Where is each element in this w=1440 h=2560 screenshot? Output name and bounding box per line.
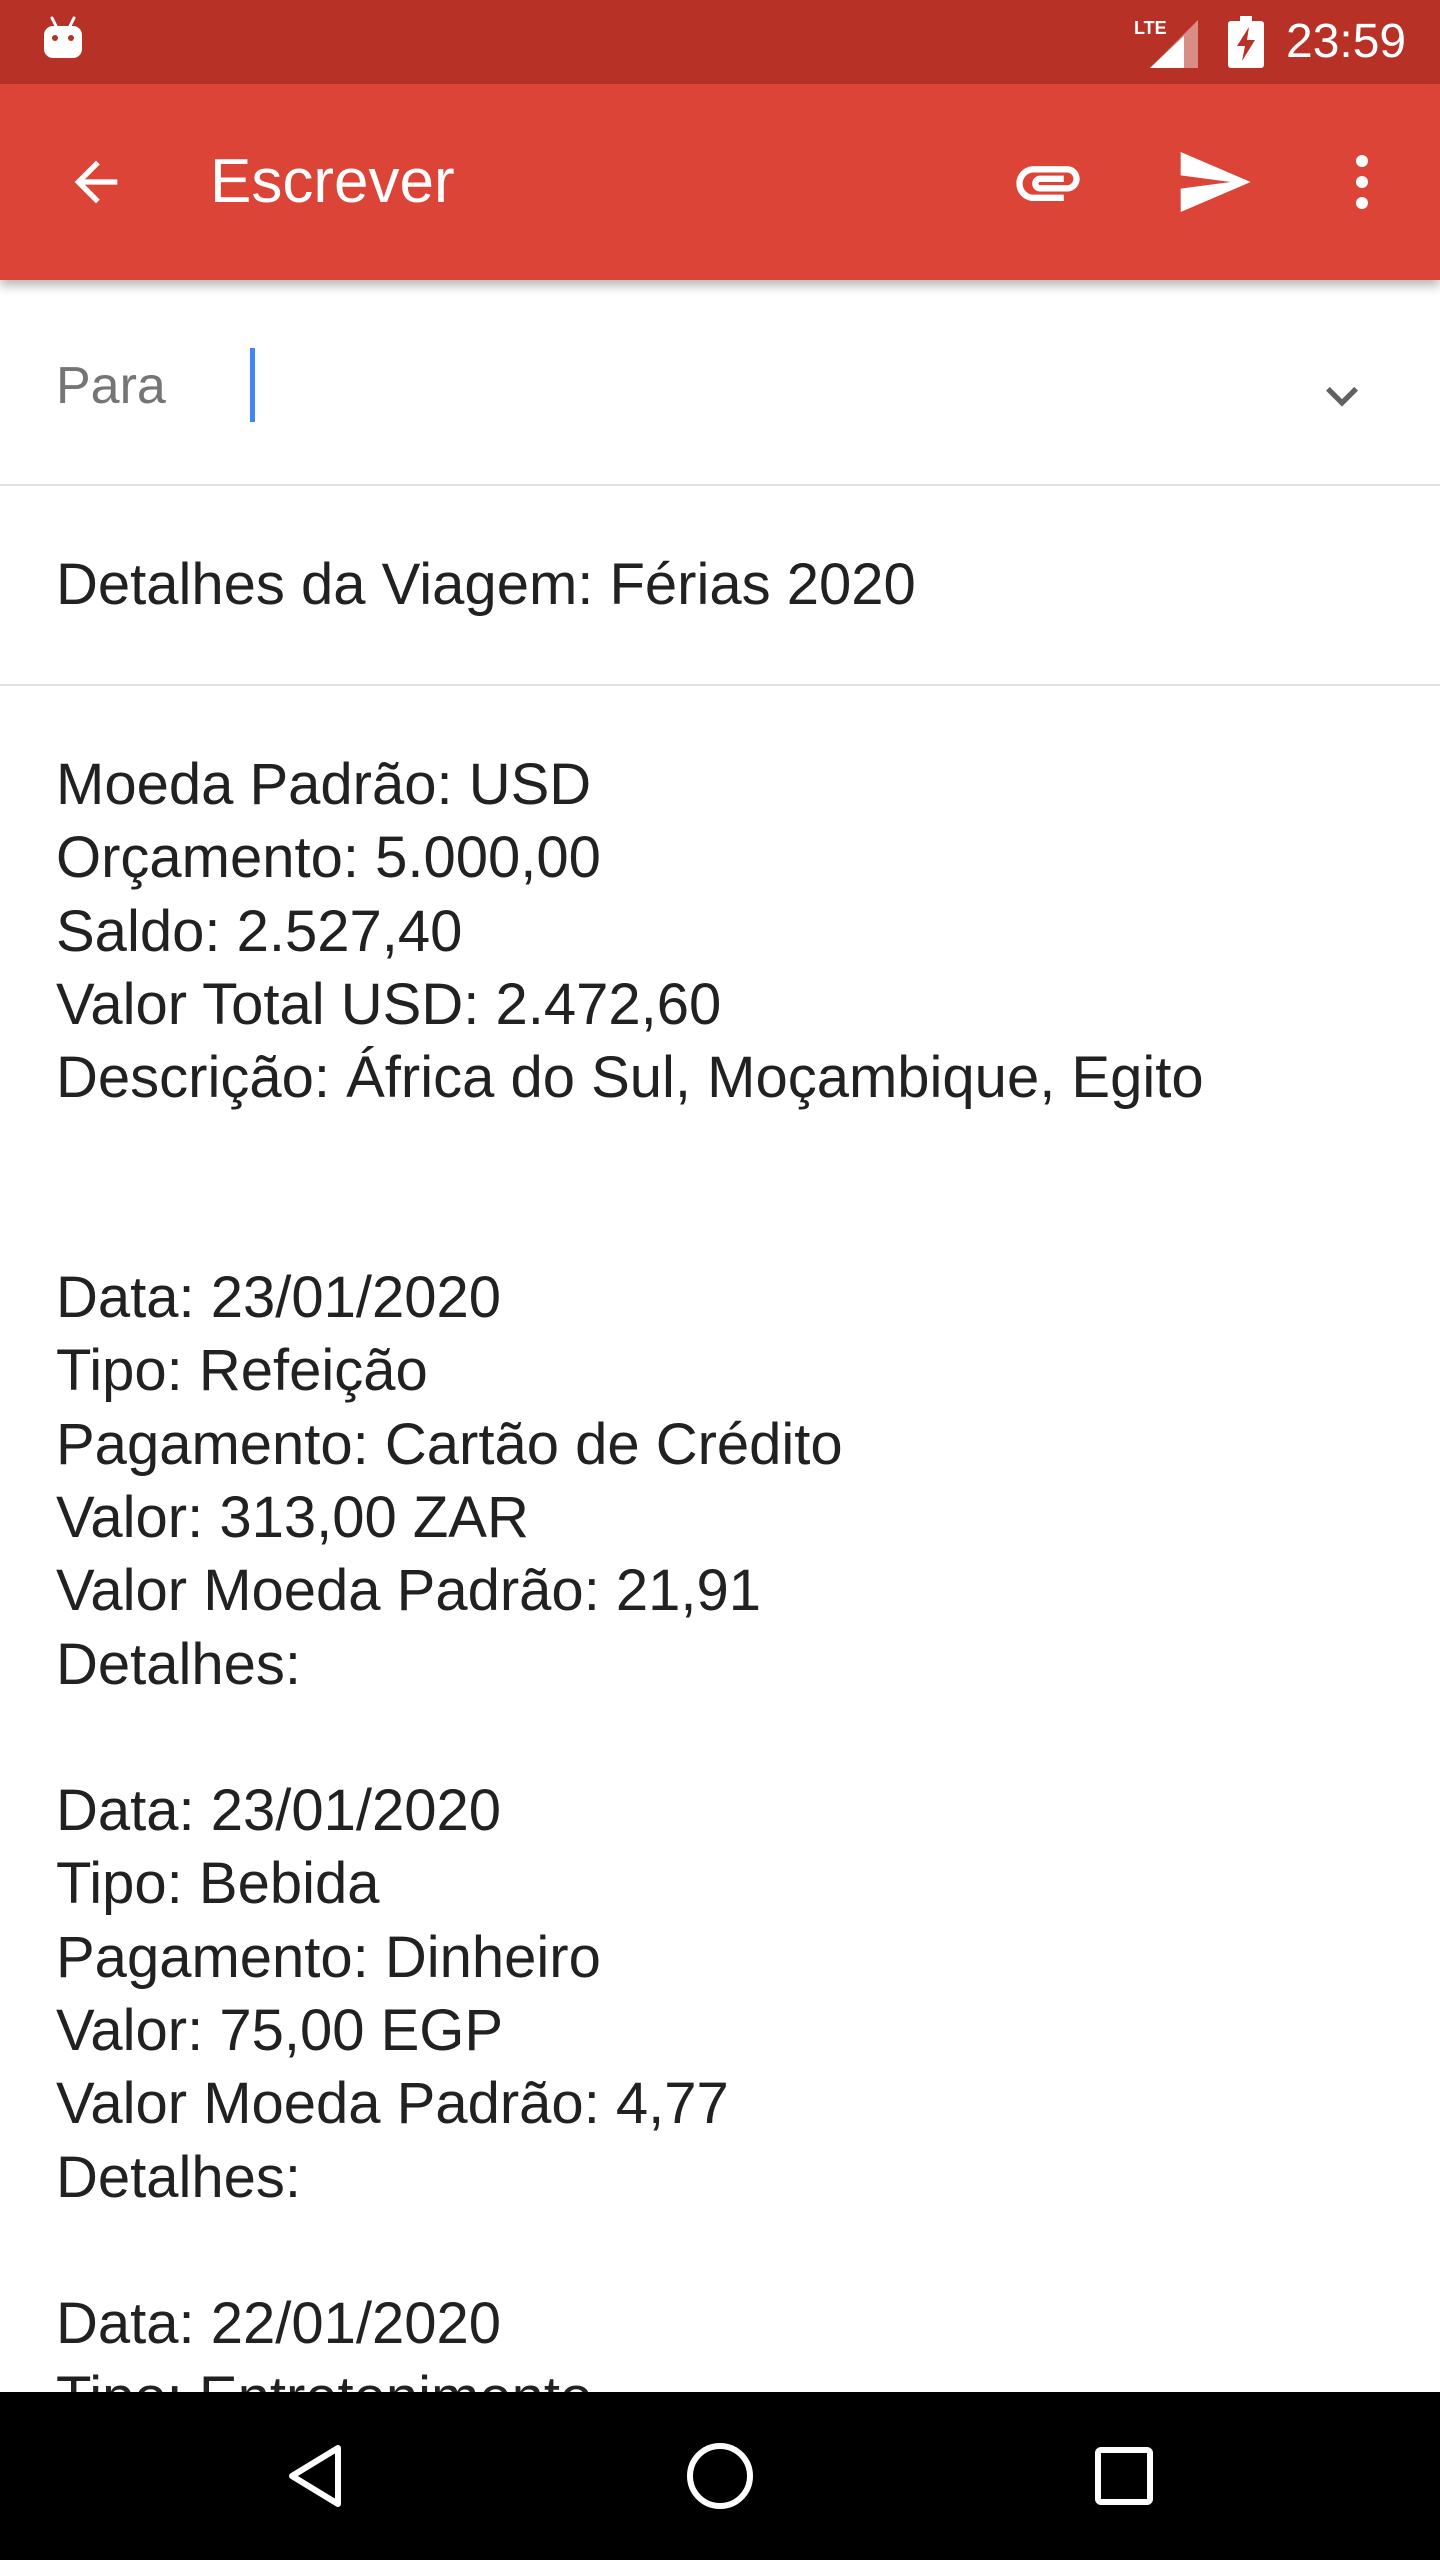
back-arrow-icon	[74, 160, 118, 204]
body-line: Data: 23/01/2020	[56, 1265, 502, 1331]
body-line	[56, 1114, 1396, 1187]
to-field[interactable]	[250, 350, 1250, 420]
to-label: Para	[56, 357, 166, 415]
more-options-button[interactable]	[1322, 142, 1402, 222]
body-line: Tipo: Refeição	[56, 1338, 428, 1404]
body-line: Detalhes:	[56, 2144, 302, 2210]
android-debug-icon	[44, 16, 82, 58]
body-line: Pagamento: Dinheiro	[56, 1924, 601, 1990]
more-vert-icon	[1356, 155, 1368, 209]
body-line: Tipo: Bebida	[56, 1851, 380, 1917]
chevron-down-icon	[1326, 386, 1358, 407]
body-line: Orçamento: 5.000,00	[56, 825, 601, 891]
body-line	[56, 1188, 1396, 1261]
nav-recents-icon	[1095, 2447, 1153, 2505]
body-line: Detalhes:	[56, 1631, 302, 1697]
status-bar: LTE 23:59	[0, 0, 1440, 84]
body-line: Pagamento: Cartão de Crédito	[56, 1411, 843, 1477]
to-row: Para	[0, 280, 1440, 486]
status-time: 23:59	[1286, 15, 1407, 68]
back-button[interactable]	[58, 144, 134, 220]
body-text[interactable]: Moeda Padrão: USD Orçamento: 5.000,00 Sald…	[56, 748, 1396, 2392]
battery-charging-icon	[1228, 16, 1264, 68]
text-cursor	[250, 348, 255, 422]
attach-button[interactable]	[1008, 142, 1088, 222]
app-bar: Escrever	[0, 84, 1440, 280]
send-button[interactable]	[1174, 142, 1254, 222]
lte-label: LTE	[1134, 18, 1167, 38]
body-line: Saldo: 2.527,40	[56, 898, 463, 964]
body-line: Tipo: Entretenimento	[56, 2361, 1396, 2392]
body-line: Valor Total USD: 2.472,60	[56, 971, 722, 1037]
body-line	[56, 1701, 1396, 1774]
body-line: Descrição: África do Sul, Moçambique, Eg…	[56, 1045, 1204, 1111]
body-line	[56, 2214, 1396, 2287]
body-line: Data: 23/01/2020	[56, 1778, 502, 1844]
nav-back-icon	[289, 2445, 341, 2507]
nav-back-button[interactable]	[266, 2426, 366, 2526]
subject-field[interactable]: Detalhes da Viagem: Férias 2020	[56, 550, 916, 620]
body-line: Valor Moeda Padrão: 21,91	[56, 1558, 762, 1624]
attach-icon	[1016, 166, 1080, 201]
body-line: Valor Moeda Padrão: 4,77	[56, 2071, 729, 2137]
body-line: Moeda Padrão: USD	[56, 752, 592, 817]
body-line: Valor: 313,00 ZAR	[56, 1484, 529, 1550]
page-title: Escrever	[210, 147, 455, 216]
nav-home-icon	[687, 2443, 753, 2509]
lte-signal-icon: LTE	[1134, 18, 1198, 68]
body-line: Valor: 75,00 EGP	[56, 1998, 504, 2064]
body-line: Data: 22/01/2020	[56, 2291, 502, 2357]
navigation-bar	[0, 2392, 1440, 2560]
expand-recipients-button[interactable]	[1306, 360, 1378, 432]
compose-body[interactable]: Moeda Padrão: USD Orçamento: 5.000,00 Sald…	[0, 686, 1440, 2392]
nav-recents-button[interactable]	[1074, 2426, 1174, 2526]
send-icon	[1180, 152, 1251, 212]
subject-row[interactable]: Detalhes da Viagem: Férias 2020	[0, 486, 1440, 686]
nav-home-button[interactable]	[670, 2426, 770, 2526]
